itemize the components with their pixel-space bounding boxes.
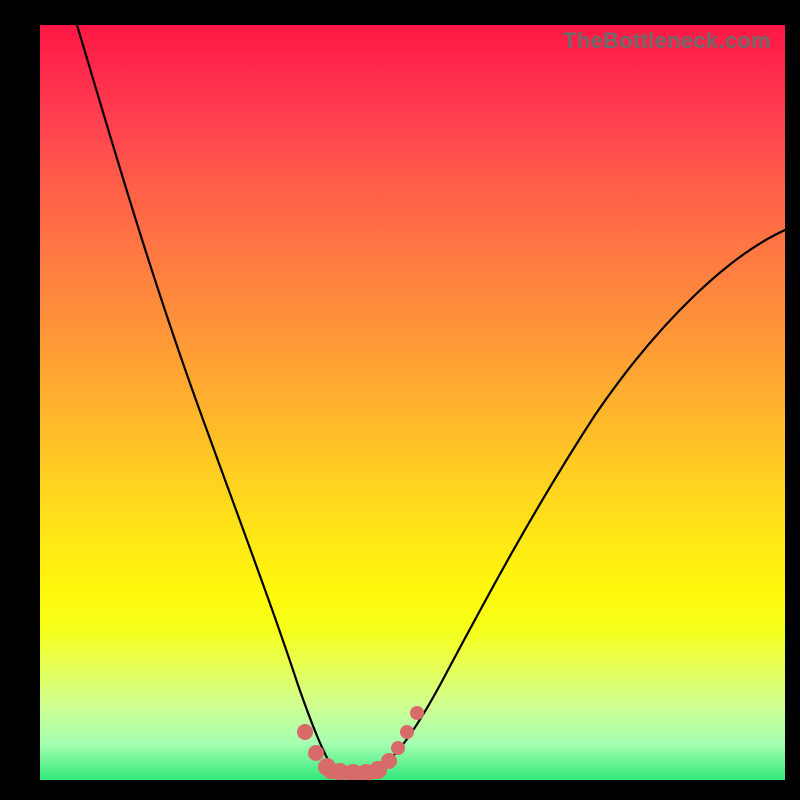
marker-dot	[400, 725, 414, 739]
curve-svg	[40, 25, 785, 780]
marker-dot	[308, 745, 324, 761]
marker-dot	[410, 706, 424, 720]
curve-left-branch	[77, 25, 332, 767]
chart-frame: TheBottleneck.com	[0, 0, 800, 800]
marker-dot	[297, 724, 313, 740]
marker-dot	[381, 753, 397, 769]
marker-dot	[391, 741, 405, 755]
plot-area: TheBottleneck.com	[40, 25, 785, 780]
curve-right-branch	[370, 230, 785, 773]
